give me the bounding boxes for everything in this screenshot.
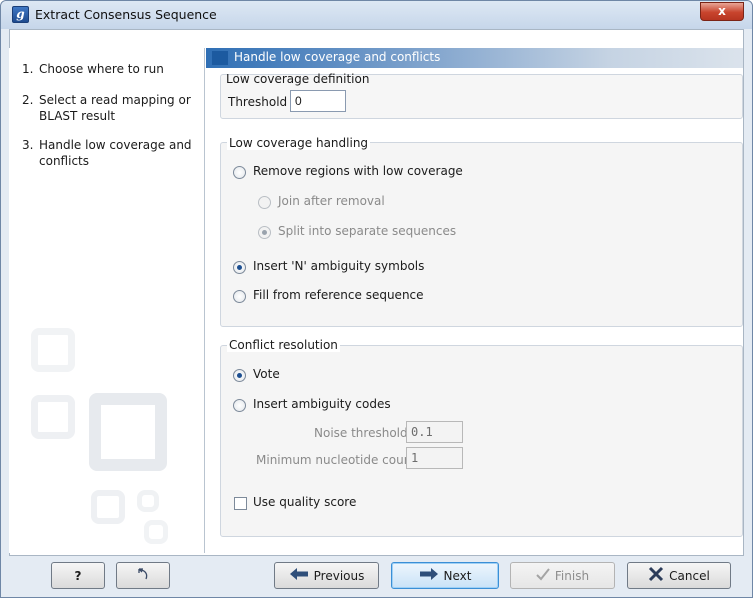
step-label: Select a read mapping or BLAST result — [39, 93, 191, 123]
next-label: Next — [443, 568, 472, 583]
insert-n-label: Insert 'N' ambiguity symbols — [253, 259, 425, 273]
join-after-removal-radio[interactable] — [258, 196, 271, 209]
remove-regions-radio[interactable] — [233, 166, 246, 179]
remove-regions-label: Remove regions with low coverage — [253, 164, 463, 178]
cancel-button[interactable]: Cancel — [627, 562, 731, 589]
insert-n-radio[interactable] — [233, 261, 246, 274]
previous-button[interactable]: Previous — [274, 562, 379, 589]
title-bar: g Extract Consensus Sequence x — [1, 1, 752, 29]
arrow-left-icon — [289, 567, 309, 584]
next-button[interactable]: Next — [391, 562, 499, 589]
reset-icon — [136, 567, 150, 584]
app-logo-icon: g — [12, 6, 29, 23]
section-header: Handle low coverage and conflicts — [206, 48, 743, 68]
cancel-x-icon — [648, 566, 664, 585]
checkmark-icon — [536, 567, 550, 584]
previous-label: Previous — [313, 568, 365, 583]
wizard-step-3: 3. Handle low coverage and conflicts — [22, 137, 194, 169]
fill-reference-label: Fill from reference sequence — [253, 288, 424, 302]
low-coverage-definition-title: Low coverage definition — [226, 72, 370, 86]
finish-button[interactable]: Finish — [510, 562, 615, 589]
vote-radio[interactable] — [233, 369, 246, 382]
cancel-label: Cancel — [669, 568, 710, 583]
min-nucleotide-count-label: Minimum nucleotide count — [256, 453, 417, 467]
low-coverage-handling-title: Low coverage handling — [227, 136, 371, 150]
help-button[interactable]: ? — [51, 562, 105, 589]
step-number: 1. — [22, 62, 34, 76]
section-header-title: Handle low coverage and conflicts — [234, 50, 441, 64]
window-title: Extract Consensus Sequence — [35, 7, 217, 22]
arrow-right-icon — [419, 567, 439, 584]
wizard-step-2: 2. Select a read mapping or BLAST result — [22, 92, 194, 124]
wizard-steps-panel: 1. Choose where to run 2. Select a read ma… — [9, 48, 205, 553]
join-after-removal-label: Join after removal — [278, 194, 385, 208]
quality-score-label: Use quality score — [253, 495, 357, 509]
wizard-step-1: 1. Choose where to run — [22, 61, 199, 77]
help-label: ? — [74, 568, 82, 583]
noise-threshold-label: Noise threshold — [314, 426, 408, 440]
split-sequences-radio[interactable] — [258, 226, 271, 239]
step-label: Handle low coverage and conflicts — [39, 138, 192, 168]
threshold-input[interactable] — [290, 90, 346, 112]
close-button[interactable]: x — [700, 2, 744, 21]
split-sequences-label: Split into separate sequences — [278, 224, 457, 238]
quality-score-checkbox[interactable] — [234, 497, 247, 510]
step-label: Choose where to run — [39, 62, 164, 76]
header-square-icon — [212, 51, 228, 65]
fill-reference-radio[interactable] — [233, 290, 246, 303]
noise-threshold-input[interactable] — [406, 421, 463, 443]
close-icon: x — [718, 4, 726, 18]
insert-ambiguity-codes-label: Insert ambiguity codes — [253, 397, 391, 411]
step-number: 2. — [22, 93, 34, 107]
conflict-resolution-title: Conflict resolution — [227, 338, 340, 352]
threshold-label: Threshold — [228, 95, 288, 109]
vote-label: Vote — [253, 367, 280, 381]
insert-ambiguity-codes-radio[interactable] — [233, 399, 246, 412]
min-nucleotide-count-input[interactable] — [406, 447, 463, 469]
finish-label: Finish — [554, 568, 590, 583]
step-number: 3. — [22, 138, 34, 152]
reset-button[interactable] — [116, 562, 170, 589]
